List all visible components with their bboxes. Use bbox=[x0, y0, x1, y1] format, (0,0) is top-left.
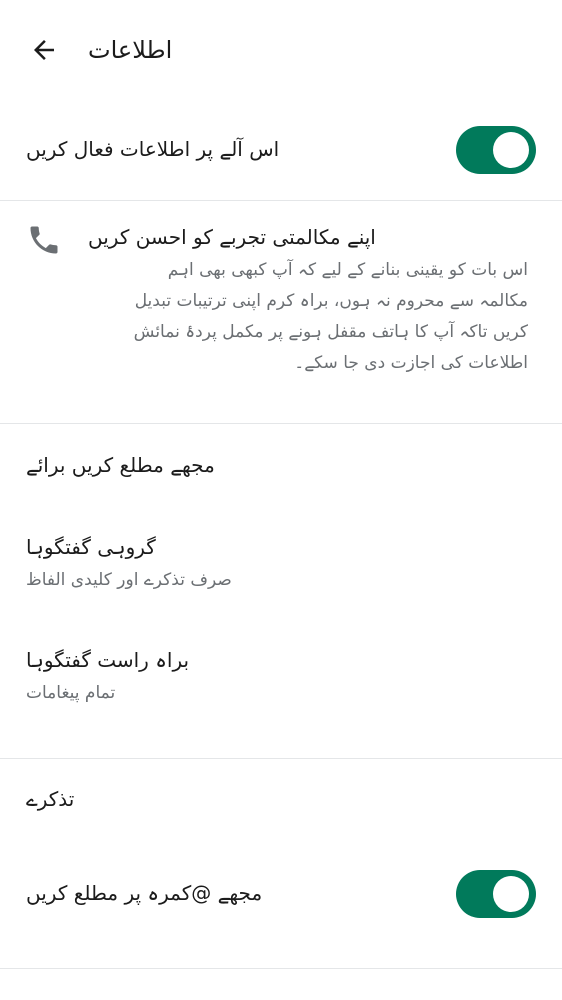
direct-chats-subtitle: تمام پیغامات bbox=[26, 683, 116, 703]
enable-notifications-label: اس آلے پر اطلاعات فعال کریں bbox=[26, 137, 280, 161]
direct-chats-title: براہ راست گفتگوہا bbox=[26, 648, 190, 672]
arrow-left-icon bbox=[34, 40, 54, 60]
call-experience-title: اپنے مکالمتی تجربے کو احسن کریں bbox=[88, 225, 376, 249]
description-line: مکالمہ سے محروم نہ ہوں، براہ کرم اپنی تر… bbox=[134, 291, 528, 311]
phone-icon bbox=[26, 222, 62, 258]
description-line: اطلاعات کی اجازت دی جا سکے۔ bbox=[294, 353, 528, 373]
back-button[interactable] bbox=[24, 30, 64, 70]
description-line: کریں تاکہ آپ کا ہاتف مقفل ہونے پر مکمل پ… bbox=[133, 322, 528, 342]
group-chats-item[interactable]: گروہی گفتگوہا صرف تذکرے اور کلیدی الفاظ bbox=[0, 522, 562, 602]
room-mention-toggle[interactable] bbox=[456, 870, 536, 918]
room-mention-label: مجھے @کمرہ پر مطلع کریں bbox=[26, 881, 263, 905]
divider bbox=[0, 758, 562, 759]
divider bbox=[0, 200, 562, 201]
section-title-notify-me-for: مجھے مطلع کریں برائے bbox=[26, 453, 215, 477]
divider bbox=[0, 968, 562, 969]
page-title: اطلاعات bbox=[88, 36, 173, 64]
divider bbox=[0, 423, 562, 424]
toggle-knob bbox=[493, 876, 529, 912]
description-line: اس بات کو یقینی بنانے کے لیے کہ آپ کبھی … bbox=[167, 260, 528, 280]
call-experience-description: اس بات کو یقینی بنانے کے لیے کہ آپ کبھی … bbox=[88, 255, 528, 379]
group-chats-title: گروہی گفتگوہا bbox=[26, 535, 156, 559]
notifications-settings-screen: اطلاعات اس آلے پر اطلاعات فعال کریں اپنے… bbox=[0, 0, 562, 1000]
direct-chats-item[interactable]: براہ راست گفتگوہا تمام پیغامات bbox=[0, 636, 562, 716]
section-title-mentions: تذکرے bbox=[26, 787, 75, 811]
group-chats-subtitle: صرف تذکرے اور کلیدی الفاظ bbox=[26, 570, 232, 590]
enable-notifications-toggle[interactable] bbox=[456, 126, 536, 174]
toggle-knob bbox=[493, 132, 529, 168]
